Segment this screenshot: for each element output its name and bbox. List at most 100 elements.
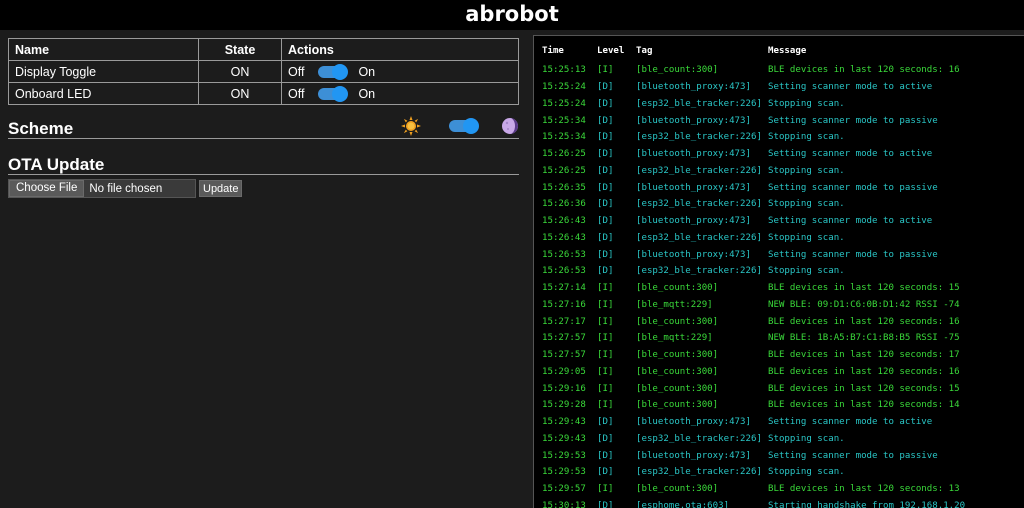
scheme-toggle-switch[interactable] xyxy=(449,118,479,134)
log-level: [D] xyxy=(597,98,614,109)
log-level: [D] xyxy=(597,115,614,126)
log-row: 15:26:53 [D] [esp32_ble_tracker:226] Stoppi… xyxy=(534,263,1018,280)
log-row: 15:25:34 [D] [esp32_ble_tracker:226] Stoppi… xyxy=(534,129,1018,146)
log-row: 15:29:53 [D] [esp32_ble_tracker:226] Stoppi… xyxy=(534,464,1018,481)
log-level: [D] xyxy=(597,199,614,210)
log-panel[interactable]: Time Level Tag Message 15:25:13 [I] [ble_c… xyxy=(533,35,1024,508)
log-row: 15:25:34 [D] [bluetooth_proxy:473] Setting … xyxy=(534,112,1018,129)
display-toggle-switch[interactable] xyxy=(318,64,349,81)
log-tag: [bluetooth_proxy:473] xyxy=(636,182,751,193)
log-level: [I] xyxy=(597,283,614,294)
log-tag: [esp32_ble_tracker:226] xyxy=(636,266,762,277)
log-level: [D] xyxy=(597,132,614,143)
log-row: 15:26:25 [D] [esp32_ble_tracker:226] Stoppi… xyxy=(534,163,1018,180)
log-tag: [esp32_ble_tracker:226] xyxy=(636,165,762,176)
entity-name: Display Toggle xyxy=(8,60,199,83)
log-row: 15:27:16 [I] [ble_mqtt:229] NEW BLE: 09:D1:… xyxy=(534,297,1018,314)
log-col-time: Time xyxy=(542,46,564,56)
log-time: 15:25:34 xyxy=(542,115,586,126)
log-row: 15:29:57 [I] [ble_count:300] BLE devices in… xyxy=(534,481,1018,498)
log-row: 15:26:35 [D] [bluetooth_proxy:473] Setting … xyxy=(534,179,1018,196)
log-tag: [bluetooth_proxy:473] xyxy=(636,216,751,227)
log-time: 15:29:53 xyxy=(542,467,586,478)
log-level: [I] xyxy=(597,383,614,394)
log-level: [D] xyxy=(597,467,614,478)
log-time: 15:26:53 xyxy=(542,266,586,277)
log-time: 15:29:16 xyxy=(542,383,586,394)
log-time: 15:29:57 xyxy=(542,484,586,495)
log-row: 15:29:43 [D] [bluetooth_proxy:473] Setting … xyxy=(534,414,1018,431)
log-row: 15:29:05 [I] [ble_count:300] BLE devices in… xyxy=(534,364,1018,381)
log-message: Setting scanner mode to passive xyxy=(768,115,938,126)
log-tag: [ble_count:300] xyxy=(636,283,719,294)
choose-file-button[interactable]: Choose File xyxy=(9,180,85,197)
log-tag: [esp32_ble_tracker:226] xyxy=(636,98,762,109)
log-row: 15:29:43 [D] [esp32_ble_tracker:226] Stoppi… xyxy=(534,431,1018,448)
log-tag: [esp32_ble_tracker:226] xyxy=(636,232,762,243)
log-message: BLE devices in last 120 seconds: 15 xyxy=(768,383,960,394)
entity-row-display-toggle: Display Toggle ON Off On xyxy=(8,60,519,83)
log-message: Setting scanner mode to active xyxy=(768,216,933,227)
log-tag: [bluetooth_proxy:473] xyxy=(636,417,751,428)
log-table: Time Level Tag Message 15:25:13 [I] [ble_c… xyxy=(534,36,1018,508)
log-message: Setting scanner mode to active xyxy=(768,417,933,428)
update-button[interactable]: Update xyxy=(199,180,243,197)
log-level: [D] xyxy=(597,266,614,277)
log-message: Setting scanner mode to passive xyxy=(768,249,938,260)
log-row: 15:26:43 [D] [esp32_ble_tracker:226] Stoppi… xyxy=(534,230,1018,247)
log-message: Stopping scan. xyxy=(768,433,845,444)
toggle-knob xyxy=(332,64,349,81)
log-message: BLE devices in last 120 seconds: 16 xyxy=(768,316,960,327)
log-time: 15:30:13 xyxy=(542,500,586,508)
log-tag: [esp32_ble_tracker:226] xyxy=(636,433,762,444)
ota-title: OTA Update xyxy=(8,155,519,175)
column-name: Name xyxy=(8,38,199,61)
log-tag: [ble_mqtt:229] xyxy=(636,299,713,310)
log-time: 15:26:43 xyxy=(542,216,586,227)
log-row: 15:29:28 [I] [ble_count:300] BLE devices in… xyxy=(534,397,1018,414)
log-tag: [bluetooth_proxy:473] xyxy=(636,450,751,461)
log-time: 15:26:36 xyxy=(542,199,586,210)
log-row: 15:27:57 [I] [ble_mqtt:229] NEW BLE: 1B:A5:… xyxy=(534,330,1018,347)
log-row: 15:30:13 [D] [esphome.ota:603] Starting han… xyxy=(534,498,1018,508)
file-input[interactable]: Choose File No file chosen xyxy=(8,179,196,198)
log-row: 15:25:24 [D] [bluetooth_proxy:473] Setting … xyxy=(534,79,1018,96)
log-message: BLE devices in last 120 seconds: 16 xyxy=(768,65,960,76)
log-row: 15:25:13 [I] [ble_count:300] BLE devices in… xyxy=(534,62,1018,79)
log-message: Stopping scan. xyxy=(768,232,845,243)
log-row: 15:27:17 [I] [ble_count:300] BLE devices in… xyxy=(534,313,1018,330)
log-level: [D] xyxy=(597,433,614,444)
log-col-level: Level xyxy=(597,46,625,56)
off-label: Off xyxy=(288,64,305,79)
log-tag: [bluetooth_proxy:473] xyxy=(636,115,751,126)
log-message: Stopping scan. xyxy=(768,467,845,478)
log-tag: [bluetooth_proxy:473] xyxy=(636,82,751,93)
scheme-title: Scheme xyxy=(8,119,74,138)
log-time: 15:26:53 xyxy=(542,249,586,260)
log-tag: [ble_count:300] xyxy=(636,316,719,327)
log-level: [I] xyxy=(597,350,614,361)
log-level: [I] xyxy=(597,65,614,76)
log-level: [D] xyxy=(597,249,614,260)
entity-state: ON xyxy=(198,60,282,83)
log-tag: [esphome.ota:603] xyxy=(636,500,730,508)
log-tag: [esp32_ble_tracker:226] xyxy=(636,467,762,478)
log-level: [D] xyxy=(597,450,614,461)
entity-state: ON xyxy=(198,82,282,105)
log-tag: [ble_count:300] xyxy=(636,400,719,411)
onboard-led-switch[interactable] xyxy=(318,86,349,103)
entity-table: Name State Actions Display Toggle ON Off… xyxy=(8,38,519,105)
log-time: 15:29:43 xyxy=(542,417,586,428)
log-message: Stopping scan. xyxy=(768,98,845,109)
log-level: [I] xyxy=(597,333,614,344)
log-header: Time Level Tag Message xyxy=(534,36,1018,62)
log-time: 15:27:16 xyxy=(542,299,586,310)
log-tag: [ble_count:300] xyxy=(636,383,719,394)
log-level: [D] xyxy=(597,232,614,243)
log-time: 15:29:28 xyxy=(542,400,586,411)
log-body: 15:25:13 [I] [ble_count:300] BLE devices in… xyxy=(534,62,1018,508)
log-time: 15:27:57 xyxy=(542,333,586,344)
log-message: Stopping scan. xyxy=(768,165,845,176)
scheme-controls xyxy=(401,116,519,136)
log-tag: [ble_count:300] xyxy=(636,350,719,361)
